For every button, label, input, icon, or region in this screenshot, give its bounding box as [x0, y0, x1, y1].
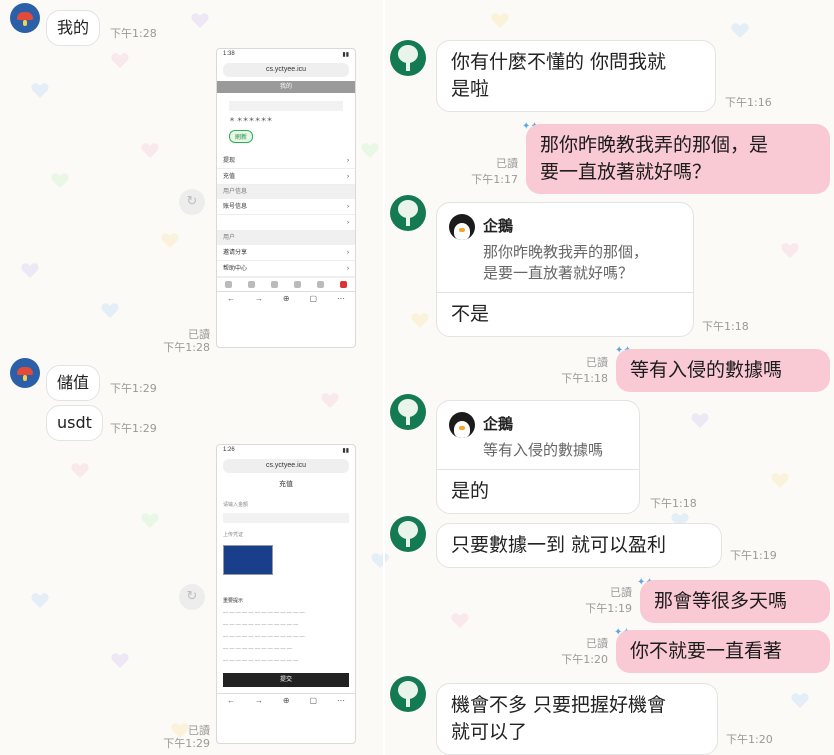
penguin-avatar-icon [449, 213, 475, 240]
message-text: 等有入侵的數據嗎 [630, 359, 783, 381]
message-bubble: 機會不多 只要把握好機會 就可以了 [436, 683, 718, 755]
reply-sender-name: 企鵝 [483, 415, 514, 433]
message-bubble: usdt [46, 405, 103, 441]
message-text: 那會等很多天嗎 [654, 590, 788, 612]
message-bubble: 儲值 [46, 365, 101, 401]
contact-avatar[interactable] [390, 40, 426, 76]
read-receipt: 已讀 [188, 328, 210, 341]
message-timestamp: 下午1:29 [110, 382, 157, 395]
phone-menu-row: 帮助中心 [223, 266, 248, 272]
phone-refresh-button: 刷新 [229, 130, 254, 143]
phone-stars: ＊ ＊＊＊＊＊＊ [229, 118, 273, 124]
message-timestamp: 下午1:19 [730, 549, 777, 562]
phone-menu-row: 账号信息 [223, 204, 248, 210]
phone-status-time: 1:38 [223, 51, 235, 57]
message-timestamp: 下午1:29 [163, 737, 210, 750]
message-timestamp: 下午1:29 [110, 422, 157, 435]
contact-avatar[interactable] [390, 394, 426, 430]
message-text: 不是 [451, 303, 490, 325]
phone-menu-row: 提现 [223, 158, 236, 164]
contact-avatar[interactable] [390, 195, 426, 231]
phone-url-bar: cs.yctyee.icu [223, 63, 349, 77]
read-receipt: 已讀 [586, 637, 608, 650]
message-timestamp: 下午1:16 [725, 96, 772, 109]
message-text: 那你昨晚教我弄的那個，是 要一直放著就好嗎？ [540, 134, 769, 183]
quoted-message[interactable]: 那你昨晚教我弄的那個， 是要一直放著就好嗎？ [437, 240, 693, 292]
read-receipt: 已讀 [496, 157, 518, 170]
phone-menu-row: 充值 [223, 174, 236, 180]
read-receipt: 已讀 [610, 586, 632, 599]
screenshot-divider [383, 0, 385, 755]
phone-menu-row: 邀请分享 [223, 250, 248, 256]
message-text: usdt [57, 413, 92, 432]
read-receipt: 已讀 [188, 724, 210, 737]
share-icon[interactable]: ↻ [179, 189, 205, 215]
message-bubble: 那你昨晚教我弄的那個，是 要一直放著就好嗎？ [526, 124, 830, 194]
message-bubble: 那會等很多天嗎 [640, 580, 830, 623]
message-timestamp: 下午1:18 [650, 497, 697, 510]
message-timestamp: 下午1:28 [110, 27, 157, 40]
message-timestamp: 下午1:18 [561, 372, 608, 385]
message-text: 機會不多 只要把握好機會 就可以了 [451, 694, 667, 743]
message-bubble: 你有什麼不懂的 你問我就 是啦 [436, 40, 716, 112]
phone-notice-heading: 重要提示 [223, 598, 244, 604]
contact-avatar[interactable] [390, 516, 426, 552]
message-text: 只要數據一到 就可以盈利 [451, 534, 667, 556]
message-timestamp: 下午1:19 [585, 602, 632, 615]
phone-url-bar: cs.yctyee.icu [223, 459, 349, 473]
message-timestamp: 下午1:18 [702, 320, 749, 333]
penguin-avatar-icon [449, 411, 475, 438]
message-timestamp: 下午1:20 [561, 653, 608, 666]
phone-status-time: 1:26 [223, 447, 235, 453]
message-text: 你不就要一直看著 [630, 640, 783, 662]
reply-message-bubble: 企鵝 那你昨晚教我弄的那個， 是要一直放著就好嗎？ 不是 [436, 202, 694, 337]
screenshot-image-my-page[interactable]: 1:38 ▮▮ cs.yctyee.icu 我的 ＊ ＊＊＊＊＊＊ 刷新 提现 › … [216, 48, 356, 348]
read-receipt: 已讀 [586, 356, 608, 369]
message-timestamp: 下午1:28 [163, 341, 210, 354]
message-text: 儲值 [57, 373, 90, 392]
phone-submit-button: 提交 [223, 673, 349, 687]
message-bubble: 只要數據一到 就可以盈利 [436, 523, 722, 568]
phone-header: 我的 [217, 81, 355, 93]
message-bubble: 等有入侵的數據嗎 [616, 349, 830, 392]
message-bubble: 我的 [46, 10, 101, 46]
contact-avatar[interactable] [10, 358, 40, 388]
message-timestamp: 下午1:20 [726, 733, 773, 746]
message-timestamp: 下午1:17 [471, 173, 518, 186]
share-icon[interactable]: ↻ [179, 584, 205, 610]
contact-avatar[interactable] [10, 3, 40, 33]
message-text: 你有什麼不懂的 你問我就 是啦 [451, 51, 667, 100]
message-text: 我的 [57, 18, 90, 37]
phone-field-label: 上传凭证 [223, 532, 244, 538]
phone-page-title: 充值 [279, 481, 293, 488]
phone-section-header: 用户 [217, 231, 355, 245]
contact-avatar[interactable] [390, 676, 426, 712]
reply-sender-name: 企鵝 [483, 217, 514, 235]
phone-field-label: 请输入金额 [223, 502, 249, 508]
message-bubble: 你不就要一直看著 [616, 630, 830, 673]
reply-message-bubble: 企鵝 等有入侵的數據嗎 是的 [436, 400, 640, 514]
message-text: 是的 [451, 480, 490, 502]
phone-section-header: 用户信息 [217, 185, 355, 199]
screenshot-image-deposit-page[interactable]: 1:26 ▮▮ cs.yctyee.icu 充值 请输入金额 上传凭证 重要提示 … [216, 444, 356, 744]
quoted-message[interactable]: 等有入侵的數據嗎 [437, 438, 639, 469]
